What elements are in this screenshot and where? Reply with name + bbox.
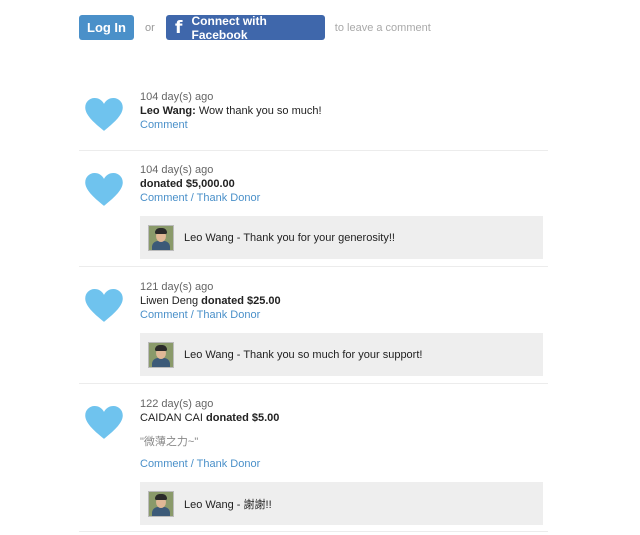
thank-you-reply: Leo Wang - Thank you for your generosity…	[140, 216, 543, 259]
thank-you-reply: Leo Wang - 謝謝!!	[140, 482, 543, 525]
login-button[interactable]: Log In	[79, 15, 134, 40]
activity-feed: 104 day(s) ago Leo Wang: Wow thank you s…	[79, 80, 548, 532]
thank-donor-link[interactable]: Thank Donor	[197, 458, 261, 470]
donation-line: Liwen Deng donated $25.00	[140, 294, 548, 308]
feed-entry: 121 day(s) ago Liwen Deng donated $25.00…	[79, 267, 548, 384]
reply-text: Leo Wang - Thank you so much for your su…	[184, 348, 423, 361]
comment-line: Leo Wang: Wow thank you so much!	[140, 104, 548, 118]
heart-icon	[85, 98, 123, 131]
donation-line: donated $5,000.00	[140, 177, 548, 191]
donor-name: CAIDAN CAI	[140, 412, 203, 424]
reply-text: Leo Wang - 謝謝!!	[184, 498, 272, 511]
comment-auth-bar: Log In or f Connect with Facebook to lea…	[79, 13, 431, 42]
heart-icon	[85, 173, 123, 206]
entry-actions: Comment	[140, 118, 548, 133]
donation-amount: donated $5,000.00	[140, 178, 235, 190]
donation-line: CAIDAN CAI donated $5.00	[140, 411, 548, 425]
comment-link[interactable]: Comment	[140, 458, 188, 470]
or-label: or	[145, 21, 155, 34]
donor-name: Liwen Deng	[140, 295, 199, 307]
entry-timestamp: 122 day(s) ago	[140, 398, 214, 410]
entry-actions: Comment / Thank Donor	[140, 191, 548, 206]
thank-donor-link[interactable]: Thank Donor	[197, 309, 261, 321]
avatar	[148, 490, 174, 517]
avatar	[148, 224, 174, 251]
feed-entry: 122 day(s) ago CAIDAN CAI donated $5.00 …	[79, 384, 548, 532]
feed-entry: 104 day(s) ago donated $5,000.00 Comment…	[79, 151, 548, 267]
entry-timestamp: 104 day(s) ago	[140, 164, 214, 176]
entry-timestamp: 104 day(s) ago	[140, 91, 214, 103]
donation-amount: donated $25.00	[201, 295, 281, 307]
comment-link[interactable]: Comment	[140, 309, 188, 321]
thank-you-reply: Leo Wang - Thank you so much for your su…	[140, 333, 543, 376]
entry-timestamp: 121 day(s) ago	[140, 281, 214, 293]
heart-icon	[85, 406, 123, 439]
action-separator: /	[187, 458, 197, 470]
facebook-connect-label: Connect with Facebook	[191, 13, 267, 42]
entry-actions: Comment / Thank Donor	[140, 457, 548, 472]
donation-amount: donated $5.00	[206, 412, 280, 424]
feed-entry: 104 day(s) ago Leo Wang: Wow thank you s…	[79, 80, 548, 151]
entry-actions: Comment / Thank Donor	[140, 308, 548, 323]
facebook-connect-button[interactable]: f Connect with Facebook	[165, 13, 325, 42]
comment-link[interactable]: Comment	[140, 119, 188, 131]
heart-icon	[85, 289, 123, 322]
action-separator: /	[187, 192, 197, 204]
comment-text: Wow thank you so much!	[198, 105, 322, 117]
avatar	[148, 341, 174, 368]
comment-author: Leo Wang:	[140, 105, 196, 117]
action-separator: /	[187, 309, 197, 321]
comment-link[interactable]: Comment	[140, 192, 188, 204]
thank-donor-link[interactable]: Thank Donor	[197, 192, 261, 204]
facebook-icon: f	[174, 17, 183, 38]
leave-comment-hint: to leave a comment	[334, 21, 431, 34]
reply-text: Leo Wang - Thank you for your generosity…	[184, 231, 395, 244]
donor-message: "微薄之力~"	[140, 436, 199, 448]
